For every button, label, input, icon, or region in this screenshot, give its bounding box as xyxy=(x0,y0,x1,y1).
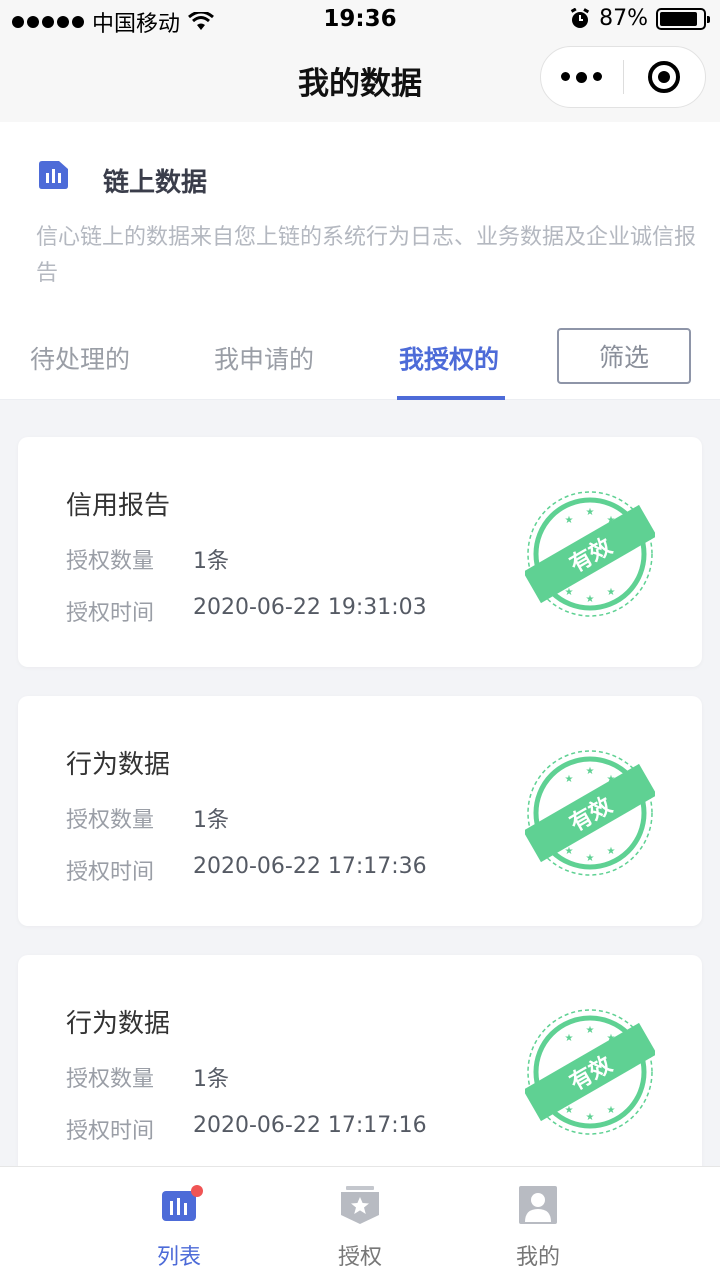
valid-stamp-icon: ★★★ ★★★ 有效 xyxy=(525,750,655,876)
tabbar-label: 我的 xyxy=(515,1245,560,1270)
tab-bar-top: 待处理的 我申请的 我授权的 筛选 xyxy=(0,310,720,400)
card-title: 行为数据 xyxy=(66,750,171,780)
tabbar-item-authorize[interactable]: 授权 xyxy=(300,1167,420,1280)
battery-percent: 87% xyxy=(599,6,648,31)
count-label: 授权数量 xyxy=(66,808,155,833)
bar-chart-icon xyxy=(39,161,68,189)
data-card[interactable]: 行为数据 授权数量 1条 授权时间 2020-06-22 17:17:36 ★ ★… xyxy=(18,696,702,926)
svg-text:★: ★ xyxy=(586,507,595,518)
info-title: 链上数据 xyxy=(103,168,208,198)
svg-text:★: ★ xyxy=(586,1025,595,1036)
card-count-row: 授权数量 1条 xyxy=(66,543,229,575)
active-tab-indicator xyxy=(397,396,505,400)
svg-text:★: ★ xyxy=(586,766,595,777)
time-value: 2020-06-22 17:17:36 xyxy=(193,854,427,879)
time-label: 授权时间 xyxy=(66,1119,155,1144)
time-value: 2020-06-22 19:31:03 xyxy=(193,595,427,620)
tabbar-item-mine[interactable]: 我的 xyxy=(478,1167,598,1280)
svg-text:★: ★ xyxy=(586,594,595,605)
card-count-row: 授权数量 1条 xyxy=(66,1061,229,1093)
bottom-tab-bar: 列表 授权 我的 xyxy=(0,1166,720,1280)
data-card[interactable]: 信用报告 授权数量 1条 授权时间 2020-06-22 19:31:03 ★ ★… xyxy=(18,437,702,667)
status-bar: 中国移动 19:36 87% xyxy=(0,0,720,40)
time-label: 授权时间 xyxy=(66,860,155,885)
more-icon[interactable] xyxy=(541,71,623,83)
count-label: 授权数量 xyxy=(66,1067,155,1092)
alarm-icon xyxy=(570,7,590,28)
battery-fill xyxy=(660,11,697,26)
user-icon xyxy=(519,1186,557,1224)
card-count-row: 授权数量 1条 xyxy=(66,802,229,834)
count-label: 授权数量 xyxy=(66,549,155,574)
close-icon[interactable] xyxy=(624,61,706,93)
valid-stamp-icon: ★★★ ★★★ 有效 xyxy=(525,491,655,617)
svg-text:★: ★ xyxy=(586,1112,595,1123)
card-title: 信用报告 xyxy=(66,491,171,521)
info-description: 信心链上的数据来自您上链的系统行为日志、业务数据及企业诚信报告 xyxy=(36,225,697,286)
valid-stamp-icon: ★★★ ★★★ 有效 xyxy=(525,1009,655,1135)
count-value: 1条 xyxy=(193,549,229,574)
svg-text:★: ★ xyxy=(607,587,616,598)
svg-text:★: ★ xyxy=(565,515,574,526)
card-time-row: 授权时间 2020-06-22 17:17:36 xyxy=(66,854,427,886)
tabbar-label: 列表 xyxy=(156,1245,201,1270)
battery-icon xyxy=(656,7,710,30)
tab-authorized[interactable]: 我授权的 xyxy=(399,340,499,376)
time-label: 授权时间 xyxy=(66,601,155,626)
time-value: 2020-06-22 17:17:16 xyxy=(193,1113,427,1138)
status-right: 87% xyxy=(569,6,710,31)
card-title: 行为数据 xyxy=(66,1009,171,1039)
svg-text:★: ★ xyxy=(607,846,616,857)
tab-pending[interactable]: 待处理的 xyxy=(30,340,130,376)
info-section: 链上数据 信心链上的数据来自您上链的系统行为日志、业务数据及企业诚信报告 xyxy=(0,122,720,310)
tabbar-label: 授权 xyxy=(337,1245,382,1270)
filter-button[interactable]: 筛选 xyxy=(557,328,691,384)
svg-text:★: ★ xyxy=(565,774,574,785)
svg-text:★: ★ xyxy=(586,853,595,864)
count-value: 1条 xyxy=(193,1067,229,1092)
count-value: 1条 xyxy=(193,808,229,833)
star-shield-icon xyxy=(341,1186,379,1224)
nav-bar: 我的数据 xyxy=(0,40,720,122)
notification-badge xyxy=(191,1185,203,1197)
tab-applied[interactable]: 我申请的 xyxy=(214,340,314,376)
data-card[interactable]: 行为数据 授权数量 1条 授权时间 2020-06-22 17:17:16 ★ ★… xyxy=(18,955,702,1185)
card-time-row: 授权时间 2020-06-22 19:31:03 xyxy=(66,595,427,627)
miniprogram-capsule xyxy=(540,46,706,108)
svg-text:★: ★ xyxy=(607,1105,616,1116)
svg-text:★: ★ xyxy=(565,1033,574,1044)
card-time-row: 授权时间 2020-06-22 17:17:16 xyxy=(66,1113,427,1145)
tabbar-item-list[interactable]: 列表 xyxy=(119,1167,239,1280)
